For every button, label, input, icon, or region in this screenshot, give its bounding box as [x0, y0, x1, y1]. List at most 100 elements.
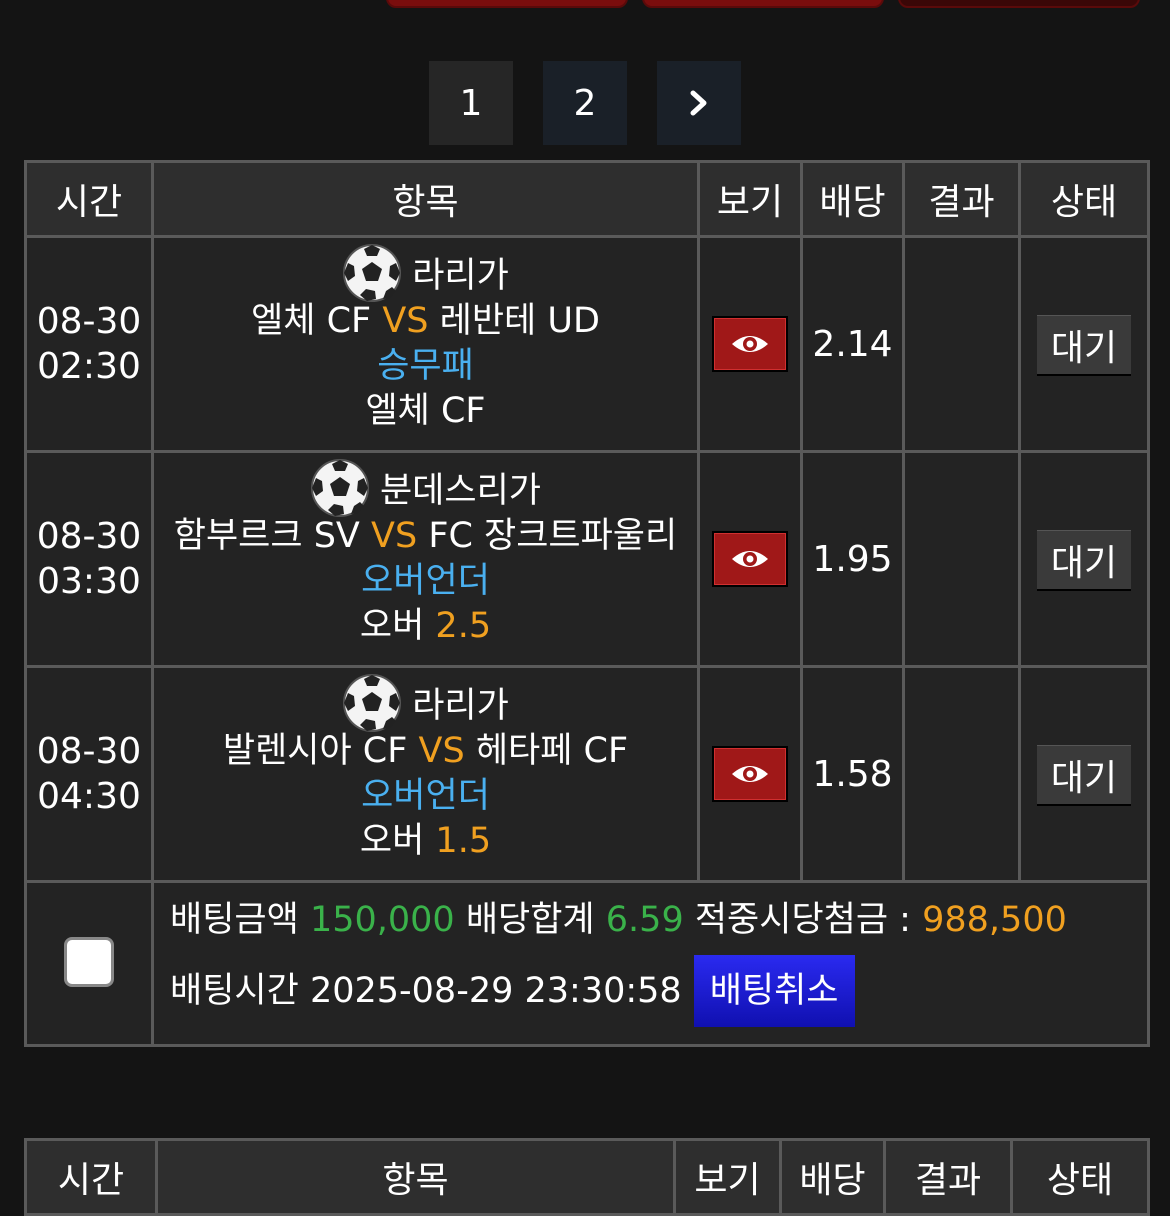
bet-slip-table: 시간 항목 보기 배당 결과 상태 08-30 02:30 라리가 엘체 CF …	[24, 160, 1150, 1047]
pick-value: 1.5	[435, 821, 492, 861]
status-cell: 대기	[1018, 665, 1150, 883]
pick-text: 오버	[359, 606, 436, 646]
header-status: 상태	[1010, 1138, 1150, 1216]
home-team: 발렌시아 CF	[222, 731, 408, 771]
chevron-right-icon	[690, 90, 708, 116]
bet-date: 08-30	[36, 731, 142, 772]
item-cell: 라리가 발렌시아 CF VS 헤타페 CF 오버언더 오버 1.5	[151, 665, 700, 883]
market-type: 오버언더	[361, 561, 490, 601]
pick-value: 2.5	[435, 606, 492, 646]
header-odds: 배당	[800, 160, 905, 238]
table-row: 08-30 02:30 라리가 엘체 CF VS 레반테 UD 승무패 엘체 C…	[24, 235, 1150, 453]
status-badge: 대기	[1037, 529, 1131, 589]
top-tab-3[interactable]	[898, 0, 1140, 8]
view-cell	[697, 450, 803, 668]
match-line: 발렌시아 CF VS 헤타페 CF	[154, 729, 697, 774]
home-team: 엘체 CF	[251, 301, 372, 341]
soccer-ball-icon	[310, 458, 369, 517]
pick-line: 엘체 CF	[154, 389, 697, 434]
view-cell	[697, 235, 803, 453]
result-cell	[902, 235, 1021, 453]
pick-line: 오버 1.5	[154, 819, 697, 864]
league-name: 분데스리가	[379, 471, 541, 511]
table-header-row: 시간 항목 보기 배당 결과 상태	[24, 1138, 1150, 1216]
eye-icon	[732, 551, 768, 567]
header-item: 항목	[155, 1138, 676, 1216]
view-button[interactable]	[712, 531, 788, 587]
header-item: 항목	[151, 160, 700, 238]
status-cell: 대기	[1018, 235, 1150, 453]
header-result: 결과	[902, 160, 1021, 238]
header-time: 시간	[24, 160, 154, 238]
page-1-button[interactable]: 1	[429, 61, 513, 145]
bet-time-label: 배팅시간	[170, 970, 299, 1011]
match-line: 엘체 CF VS 레반테 UD	[154, 299, 697, 344]
away-team: FC 장크트파울리	[428, 516, 678, 556]
select-cell	[24, 880, 154, 1047]
view-button[interactable]	[712, 746, 788, 802]
top-tab-2[interactable]	[642, 0, 884, 8]
next-page-button[interactable]	[657, 61, 741, 145]
bet-time: 04:30	[37, 776, 141, 817]
bet-time: 02:30	[37, 346, 141, 387]
bet-amount: 150,000	[309, 900, 455, 940]
league-name: 라리가	[412, 256, 509, 296]
header-status: 상태	[1018, 160, 1150, 238]
time-cell: 08-30 04:30	[24, 665, 154, 883]
status-badge: 대기	[1037, 314, 1131, 374]
header-time: 시간	[24, 1138, 158, 1216]
top-tab-1[interactable]	[386, 0, 628, 8]
league-name: 라리가	[412, 686, 509, 726]
view-cell	[697, 665, 803, 883]
payout-label: 적중시당첨금 :	[694, 900, 911, 940]
market-type: 오버언더	[361, 776, 490, 816]
market-type: 승무패	[377, 346, 474, 386]
time-cell: 08-30 03:30	[24, 450, 154, 668]
eye-icon	[732, 766, 768, 782]
summary-line-2: 배팅시간 2025-08-29 23:30:58 배팅취소	[170, 955, 1147, 1027]
odds-cell: 1.58	[800, 665, 905, 883]
away-team: 헤타페 CF	[475, 731, 629, 771]
bet-amount-label: 배팅금액	[170, 900, 299, 940]
pick-line: 오버 2.5	[154, 604, 697, 649]
match-line: 함부르크 SV VS FC 장크트파울리	[154, 514, 697, 559]
header-result: 결과	[883, 1138, 1013, 1216]
eye-icon	[732, 336, 768, 352]
bet-date: 08-30	[36, 301, 142, 342]
pick-text: 오버	[359, 821, 436, 861]
pick-text: 엘체 CF	[365, 391, 486, 431]
summary-row: 배팅금액 150,000 배당합계 6.59 적중시당첨금 : 988,500 …	[24, 880, 1150, 1047]
vs-label: VS	[418, 731, 465, 771]
odds-total-label: 배당합계	[465, 900, 595, 940]
status-cell: 대기	[1018, 450, 1150, 668]
away-team: 레반테 UD	[439, 301, 600, 341]
bet-slip-table-2: 시간 항목 보기 배당 결과 상태	[24, 1138, 1150, 1216]
bet-date: 08-30	[36, 516, 142, 557]
summary-line-1: 배팅금액 150,000 배당합계 6.59 적중시당첨금 : 988,500	[170, 898, 1147, 943]
result-cell	[902, 450, 1021, 668]
header-view: 보기	[697, 160, 803, 238]
vs-label: VS	[382, 301, 429, 341]
summary-cell: 배팅금액 150,000 배당합계 6.59 적중시당첨금 : 988,500 …	[151, 880, 1150, 1047]
home-team: 함부르크 SV	[173, 516, 360, 556]
page-2-button[interactable]: 2	[543, 61, 627, 145]
table-row: 08-30 04:30 라리가 발렌시아 CF VS 헤타페 CF 오버언더 오…	[24, 665, 1150, 883]
select-checkbox[interactable]	[64, 936, 114, 987]
header-view: 보기	[673, 1138, 782, 1216]
result-cell	[902, 665, 1021, 883]
league-line: 분데스리가	[154, 458, 697, 517]
item-cell: 분데스리가 함부르크 SV VS FC 장크트파울리 오버언더 오버 2.5	[151, 450, 700, 668]
bet-time: 03:30	[37, 561, 141, 602]
payout-amount: 988,500	[922, 900, 1067, 940]
vs-label: VS	[371, 516, 418, 556]
odds-total: 6.59	[605, 900, 684, 940]
pagination: 1 2	[429, 61, 741, 145]
view-button[interactable]	[712, 316, 788, 372]
bet-time-value: 2025-08-29 23:30:58	[309, 970, 682, 1011]
table-row: 08-30 03:30 분데스리가 함부르크 SV VS FC 장크트파울리 오…	[24, 450, 1150, 668]
cancel-bet-button[interactable]: 배팅취소	[693, 955, 855, 1027]
league-line: 라리가	[154, 243, 697, 302]
table-header-row: 시간 항목 보기 배당 결과 상태	[24, 160, 1150, 238]
item-cell: 라리가 엘체 CF VS 레반테 UD 승무패 엘체 CF	[151, 235, 700, 453]
league-line: 라리가	[154, 673, 697, 732]
